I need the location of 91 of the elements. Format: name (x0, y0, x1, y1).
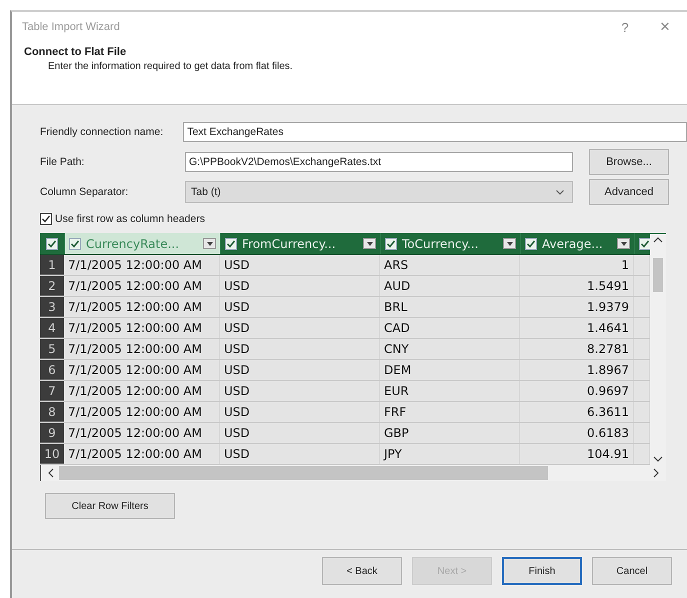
table-cell: 7/1/2005 12:00:00 AM (64, 360, 220, 380)
window-title: Table Import Wizard (22, 21, 121, 33)
column-checkbox[interactable] (639, 238, 650, 250)
row-number: 4 (40, 318, 64, 338)
row-number: 8 (40, 402, 64, 422)
table-cell: 7/1/2005 12:00:00 AM (64, 339, 220, 359)
table-cell: 6.3611 (520, 402, 634, 422)
wizard-button[interactable]: Finish (502, 557, 582, 585)
row-number: 2 (40, 276, 64, 296)
table-cell: JPY (380, 444, 520, 464)
table-cell: 7/1/2005 12:00:00 AM (64, 381, 220, 401)
table-cell: USD (220, 255, 380, 275)
table-cell: 7/1/2005 12:00:00 AM (64, 318, 220, 338)
connection-name-field[interactable]: Text ExchangeRates (183, 122, 687, 142)
table-cell: CAD (380, 318, 520, 338)
scroll-up-icon[interactable] (653, 236, 663, 244)
file-path-field[interactable]: G:\PPBookV2\Demos\ExchangeRates.txt (185, 152, 573, 172)
table-cell: EUR (380, 381, 520, 401)
chevron-down-icon[interactable] (556, 190, 564, 194)
help-button[interactable]: ? (605, 20, 645, 34)
table-cell: USD (220, 276, 380, 296)
table-cell: 0.9697 (520, 381, 634, 401)
horizontal-scrollbar[interactable] (40, 465, 666, 481)
table-cell: DEM (380, 360, 520, 380)
row-number: 10 (40, 444, 64, 464)
field-label: File Path: (40, 156, 86, 168)
table-cell: CNY (380, 339, 520, 359)
filter-dropdown-icon[interactable] (617, 238, 630, 249)
table-cell: 1.5491 (520, 276, 634, 296)
row-number: 9 (40, 423, 64, 443)
row-number: 3 (40, 297, 64, 317)
page-title: Connect to Flat File (24, 46, 128, 58)
close-button[interactable]: × (645, 17, 685, 37)
table-cell: USD (220, 423, 380, 443)
table-cell: USD (220, 360, 380, 380)
table-cell: 1.4641 (520, 318, 634, 338)
advanced-button[interactable]: Advanced (589, 179, 669, 205)
column-checkbox[interactable] (385, 238, 397, 250)
table-cell: USD (220, 318, 380, 338)
filter-dropdown-icon[interactable] (203, 238, 216, 249)
table-cell: USD (220, 402, 380, 422)
select-all-checkbox[interactable] (46, 238, 58, 250)
filter-dropdown-icon[interactable] (503, 238, 516, 249)
table-cell: 0.6183 (520, 423, 634, 443)
table-cell: 104.91 (520, 444, 634, 464)
checkbox-label: Use first row as column headers (55, 213, 205, 225)
table-cell: 7/1/2005 12:00:00 AM (64, 276, 220, 296)
column-header[interactable]: Average... (520, 233, 634, 254)
page-subtitle: Enter the information required to get data from flat files. (48, 61, 294, 72)
row-number: 1 (40, 255, 64, 275)
separator-dropdown[interactable]: Tab (t) (185, 181, 573, 203)
table-cell: USD (220, 444, 380, 464)
scroll-left-icon[interactable] (47, 468, 55, 478)
table-cell: USD (220, 381, 380, 401)
table-cell: 8.2781 (520, 339, 634, 359)
wizard-button[interactable]: Cancel (592, 557, 672, 585)
browse-button[interactable]: Browse... (589, 149, 669, 175)
scroll-down-icon[interactable] (653, 455, 663, 463)
scrollbar-thumb[interactable] (653, 258, 663, 292)
checkbox[interactable] (40, 213, 52, 225)
table-cell: GBP (380, 423, 520, 443)
clear-row-filters-button[interactable]: Clear Row Filters (45, 493, 175, 519)
table-cell: 1 (520, 255, 634, 275)
table-cell: 7/1/2005 12:00:00 AM (64, 402, 220, 422)
vertical-scrollbar[interactable] (650, 234, 666, 465)
field-label: Column Separator: (40, 186, 130, 198)
scroll-right-icon[interactable] (652, 468, 660, 478)
table-cell: 7/1/2005 12:00:00 AM (64, 255, 220, 275)
table-cell: AUD (380, 276, 520, 296)
table-cell: ARS (380, 255, 520, 275)
wizard-button[interactable]: < Back (322, 557, 402, 585)
table-cell: USD (220, 297, 380, 317)
column-checkbox[interactable] (69, 238, 81, 250)
table-cell: USD (220, 339, 380, 359)
row-number: 7 (40, 381, 64, 401)
scrollbar-thumb[interactable] (59, 466, 548, 480)
column-checkbox[interactable] (225, 238, 237, 250)
field-label: Friendly connection name: (40, 126, 164, 138)
table-cell: 7/1/2005 12:00:00 AM (64, 423, 220, 443)
table-cell: 7/1/2005 12:00:00 AM (64, 444, 220, 464)
table-cell: 7/1/2005 12:00:00 AM (64, 297, 220, 317)
table-cell: BRL (380, 297, 520, 317)
column-header[interactable]: ToCurrency... (380, 233, 520, 254)
filter-dropdown-icon[interactable] (363, 238, 376, 249)
column-checkbox[interactable] (525, 238, 537, 250)
table-cell: 1.9379 (520, 297, 634, 317)
column-header[interactable]: FromCurrency... (220, 233, 380, 254)
table-cell: FRF (380, 402, 520, 422)
row-number: 6 (40, 360, 64, 380)
table-cell: 1.8967 (520, 360, 634, 380)
row-number: 5 (40, 339, 64, 359)
